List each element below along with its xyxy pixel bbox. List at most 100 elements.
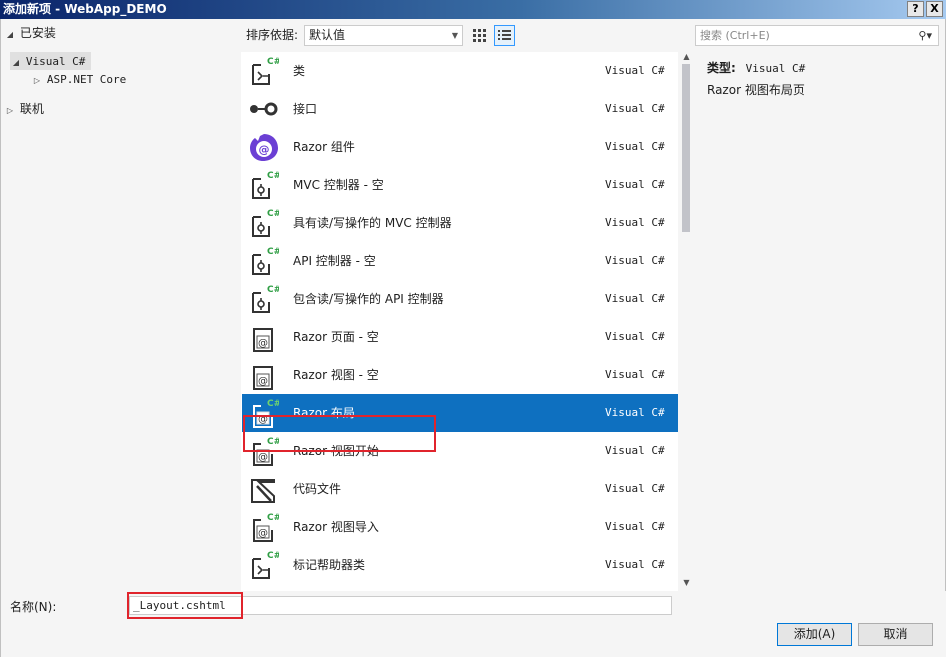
help-button[interactable]: ? [907, 1, 924, 17]
scroll-down-icon[interactable]: ▼ [678, 578, 695, 587]
template-row[interactable]: @ Razor 组件 Visual C# [242, 128, 679, 166]
highlight-box [243, 415, 436, 452]
search-icon[interactable]: ⚲▾ [918, 26, 932, 45]
collapsed-triangle-icon[interactable]: ▷ [31, 72, 43, 90]
template-name: 接口 [293, 102, 318, 116]
expanded-triangle-icon[interactable]: ◢ [10, 54, 22, 72]
tree-item-installed[interactable]: ◢ 已安装 [4, 24, 56, 42]
tree-item-label: ASP.NET Core [46, 73, 127, 86]
template-language: Visual C# [605, 178, 665, 191]
class-cs-icon: C# [249, 56, 281, 86]
svg-text:C#: C# [267, 247, 279, 257]
svg-text:@: @ [258, 528, 268, 539]
expanded-triangle-icon[interactable]: ◢ [4, 26, 16, 44]
razor-component-icon: @ [249, 132, 279, 162]
svg-text:@: @ [258, 376, 268, 387]
tree-item-aspnet-core[interactable]: ▷ ASP.NET Core [31, 70, 126, 88]
code-file-icon [249, 474, 279, 504]
tree-item-visual-csharp[interactable]: ◢ Visual C# [10, 52, 92, 72]
template-language: Visual C# [605, 444, 665, 457]
add-button[interactable]: 添加(A) [777, 623, 852, 646]
details-pane: 搜索 (Ctrl+E) ⚲▾ 类型: Visual C# Razor 视图布局页 [695, 19, 945, 591]
template-language: Visual C# [605, 254, 665, 267]
template-description: Razor 视图布局页 [707, 83, 805, 97]
list-view-button[interactable] [494, 25, 515, 46]
svg-text:C#: C# [267, 513, 279, 523]
svg-text:@: @ [258, 338, 268, 349]
template-row[interactable]: @ Razor 页面 - 空 Visual C# [242, 318, 679, 356]
medium-icons-view-button[interactable] [469, 25, 490, 46]
tree-item-label: 联机 [19, 102, 44, 116]
cancel-button[interactable]: 取消 [858, 623, 933, 646]
template-name: 代码文件 [293, 482, 342, 496]
template-name: Razor 视图 - 空 [293, 368, 379, 382]
template-language: Visual C# [605, 330, 665, 343]
template-language: Visual C# [605, 482, 665, 495]
template-name: MVC 控制器 - 空 [293, 178, 384, 192]
template-language: Visual C# [605, 406, 665, 419]
sort-label: 排序依据: [246, 28, 299, 42]
template-row[interactable]: C# 标记帮助器类 Visual C# [242, 546, 679, 584]
collapsed-triangle-icon[interactable]: ▷ [4, 102, 16, 120]
svg-text:C#: C# [267, 551, 279, 561]
category-tree: ◢ 已安装 ◢ Visual C# ▷ ASP.NET Core ▷ 联机 [1, 19, 241, 591]
title-bar: 添加新项 - WebApp_DEMO ? X [0, 0, 946, 19]
template-name: Razor 视图导入 [293, 520, 379, 534]
template-name: 标记帮助器类 [293, 558, 366, 572]
template-row[interactable]: C# @ Razor 视图导入 Visual C# [242, 508, 679, 546]
sort-value: 默认值 [309, 28, 346, 42]
template-name: 具有读/写操作的 MVC 控制器 [293, 216, 452, 230]
search-placeholder: 搜索 (Ctrl+E) [700, 29, 770, 42]
svg-text:@: @ [258, 452, 268, 463]
template-language: Visual C# [605, 64, 665, 77]
razor-page-icon: @ [249, 360, 279, 390]
scroll-up-icon[interactable]: ▲ [678, 52, 695, 61]
template-language: Visual C# [605, 292, 665, 305]
chevron-down-icon: ▼ [451, 31, 458, 40]
close-button[interactable]: X [926, 1, 943, 17]
scrollbar-thumb[interactable] [682, 64, 690, 232]
tree-item-label: 已安装 [19, 26, 56, 40]
template-row[interactable]: C# API 控制器 - 空 Visual C# [242, 242, 679, 280]
template-row[interactable]: C# 类 Visual C# [242, 52, 679, 90]
svg-text:@: @ [259, 143, 270, 156]
bottom-bar: 名称(N): _Layout.cshtml 添加(A) 取消 [1, 591, 946, 657]
type-line: 类型: Visual C# [707, 59, 805, 76]
sort-select[interactable]: 默认值 ▼ [304, 25, 463, 46]
dialog-body: ◢ 已安装 ◢ Visual C# ▷ ASP.NET Core ▷ 联机 排序… [0, 19, 946, 657]
template-language: Visual C# [605, 520, 665, 533]
template-language: Visual C# [605, 216, 665, 229]
template-row[interactable]: 代码文件 Visual C# [242, 470, 679, 508]
template-row[interactable]: C# 具有读/写操作的 MVC 控制器 Visual C# [242, 204, 679, 242]
template-name: Razor 页面 - 空 [293, 330, 379, 344]
class-cs-icon: C# [249, 550, 281, 580]
template-name: Razor 组件 [293, 140, 355, 154]
template-name: 类 [293, 64, 306, 78]
template-language: Visual C# [605, 558, 665, 571]
controller-cs-icon: C# [249, 284, 281, 314]
name-highlight-box [127, 592, 243, 619]
template-language: Visual C# [605, 140, 665, 153]
controller-cs-icon: C# [249, 208, 281, 238]
razor-page-cs-icon: C# @ [249, 512, 281, 542]
template-row[interactable]: C# 包含读/写操作的 API 控制器 Visual C# [242, 280, 679, 318]
sort-toolbar: 排序依据: 默认值 ▼ [241, 19, 695, 52]
razor-page-icon: @ [249, 322, 279, 352]
template-row[interactable]: @ Razor 视图 - 空 Visual C# [242, 356, 679, 394]
template-language: Visual C# [605, 368, 665, 381]
svg-text:C#: C# [267, 399, 279, 409]
name-label: 名称(N): [10, 600, 57, 614]
grid-view-icon [473, 29, 486, 42]
template-row[interactable]: 接口 Visual C# [242, 90, 679, 128]
window-title: 添加新项 - WebApp_DEMO [3, 2, 167, 16]
template-row[interactable]: C# MVC 控制器 - 空 Visual C# [242, 166, 679, 204]
search-input[interactable]: 搜索 (Ctrl+E) ⚲▾ [695, 25, 939, 46]
vertical-scrollbar[interactable]: ▲ ▼ [678, 52, 695, 591]
svg-text:C#: C# [267, 209, 279, 219]
tree-item-online[interactable]: ▷ 联机 [4, 100, 44, 118]
type-label: 类型: [707, 61, 736, 75]
tree-item-label: Visual C# [25, 55, 86, 68]
template-name: 包含读/写操作的 API 控制器 [293, 292, 444, 306]
list-view-icon [498, 30, 511, 40]
interface-icon [249, 94, 279, 124]
